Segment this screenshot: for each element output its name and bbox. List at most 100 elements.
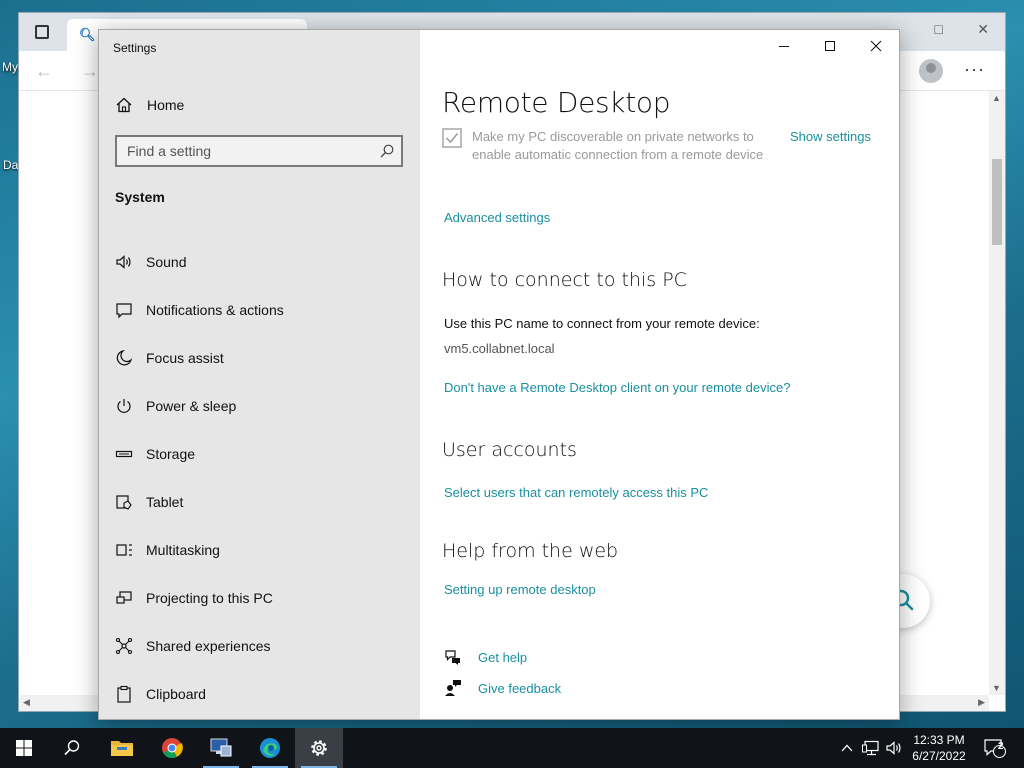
desktop-icon-label[interactable]: My <box>2 60 18 74</box>
get-help-link[interactable]: Get help <box>444 647 527 667</box>
chrome-button[interactable] <box>148 728 196 768</box>
scroll-right-icon[interactable]: ▶ <box>978 697 985 708</box>
chevron-up-icon <box>841 744 853 752</box>
advanced-settings-link[interactable]: Advanced settings <box>444 210 550 225</box>
maximize-button[interactable] <box>807 30 853 62</box>
projecting-icon <box>115 589 133 607</box>
network-tray-button[interactable] <box>860 728 882 768</box>
show-hidden-icons-button[interactable] <box>838 728 856 768</box>
give-feedback-label: Give feedback <box>478 680 562 696</box>
tablet-icon <box>115 493 133 511</box>
help-chat-icon <box>445 650 460 665</box>
sidebar-item-label: Shared experiences <box>146 638 271 654</box>
connect-instructions: Use this PC name to connect from your re… <box>444 316 760 331</box>
find-setting-box[interactable] <box>115 135 403 167</box>
power-icon <box>115 397 133 415</box>
close-icon <box>870 40 882 52</box>
tab-actions-icon[interactable] <box>35 25 49 39</box>
get-help-label: Get help <box>478 649 528 665</box>
connect-heading: How to connect to this PC <box>442 269 687 291</box>
sidebar-item-notifications[interactable]: Notifications & actions <box>115 286 405 334</box>
scrollbar-thumb[interactable] <box>992 159 1002 245</box>
search-icon[interactable] <box>379 143 395 159</box>
sidebar-item-label: Tablet <box>146 494 184 510</box>
page-title: Remote Desktop <box>442 86 671 119</box>
sidebar-item-projecting[interactable]: Projecting to this PC <box>115 574 405 622</box>
close-button[interactable] <box>853 30 899 62</box>
user-accounts-heading: User accounts <box>442 439 577 461</box>
settings-app-button[interactable] <box>295 728 343 768</box>
sidebar-item-sound[interactable]: Sound <box>115 238 405 286</box>
sidebar-section-heading: System <box>115 189 165 205</box>
sidebar-item-label: Sound <box>146 254 187 270</box>
edge-button[interactable] <box>246 728 294 768</box>
find-setting-input[interactable] <box>117 137 367 165</box>
settings-nav-list: Sound Notifications & actions Focus assi… <box>115 238 405 718</box>
maximize-icon[interactable]: □ <box>935 21 943 37</box>
help-web-heading: Help from the web <box>442 540 619 562</box>
moon-icon <box>115 349 133 367</box>
search-icon: 🔍︎ <box>79 27 96 42</box>
settings-sidebar: Settings Home System Sound <box>99 30 420 719</box>
edge-icon <box>260 738 280 758</box>
network-icon <box>862 740 879 756</box>
more-menu-button[interactable]: ··· <box>964 59 985 80</box>
discoverable-checkbox[interactable] <box>442 128 462 148</box>
maximize-icon <box>825 41 835 51</box>
give-feedback-link[interactable]: Give feedback <box>444 678 561 698</box>
home-label: Home <box>147 97 185 113</box>
taskbar-clock[interactable]: 12:33 PM 6/27/2022 <box>906 732 972 764</box>
shared-icon <box>115 637 133 655</box>
remote-desktop-app-button[interactable] <box>197 728 245 768</box>
forward-button[interactable]: → <box>81 61 99 82</box>
minimize-button[interactable] <box>761 30 807 62</box>
chrome-icon <box>162 738 183 759</box>
search-icon <box>64 740 80 756</box>
storage-icon <box>115 445 133 463</box>
scroll-left-icon[interactable]: ◀ <box>23 697 30 708</box>
start-button[interactable] <box>0 728 48 768</box>
sidebar-item-label: Clipboard <box>146 686 206 702</box>
sidebar-item-multitasking[interactable]: Multitasking <box>115 526 405 574</box>
volume-icon <box>886 741 901 755</box>
pc-name-value: vm5.collabnet.local <box>444 341 555 356</box>
window-caption-buttons <box>761 30 899 62</box>
action-center-button[interactable]: 2 <box>980 728 1010 768</box>
home-nav-item[interactable]: Home <box>115 94 184 116</box>
taskbar: 12:33 PM 6/27/2022 2 <box>0 728 1024 768</box>
vertical-scrollbar[interactable]: ▲ ▼ <box>989 91 1005 695</box>
back-button[interactable]: ← <box>35 61 53 82</box>
select-users-link[interactable]: Select users that can remotely access th… <box>444 485 708 500</box>
show-settings-link[interactable]: Show settings <box>790 128 871 146</box>
desktop-icon-label[interactable]: Da <box>3 158 18 172</box>
taskbar-search-button[interactable] <box>48 728 96 768</box>
sidebar-item-label: Focus assist <box>146 350 224 366</box>
volume-tray-button[interactable] <box>884 728 906 768</box>
sidebar-item-tablet[interactable]: Tablet <box>115 478 405 526</box>
scroll-down-icon[interactable]: ▼ <box>992 683 1001 693</box>
sidebar-item-storage[interactable]: Storage <box>115 430 405 478</box>
speaker-icon <box>115 253 133 271</box>
sidebar-item-label: Notifications & actions <box>146 302 284 318</box>
home-icon <box>116 97 132 113</box>
sidebar-item-power-sleep[interactable]: Power & sleep <box>115 382 405 430</box>
sidebar-item-label: Projecting to this PC <box>146 590 273 606</box>
remote-desktop-icon <box>210 738 232 757</box>
gear-icon <box>311 740 327 756</box>
sidebar-item-focus-assist[interactable]: Focus assist <box>115 334 405 382</box>
clipboard-icon <box>115 685 133 703</box>
file-explorer-button[interactable] <box>98 728 146 768</box>
close-icon[interactable]: ✕ <box>977 21 989 38</box>
feedback-icon <box>445 680 461 696</box>
sidebar-item-clipboard[interactable]: Clipboard <box>115 670 405 718</box>
setup-remote-desktop-link[interactable]: Setting up remote desktop <box>444 582 596 597</box>
windows-logo-icon <box>16 740 32 756</box>
scroll-up-icon[interactable]: ▲ <box>992 93 1001 103</box>
discoverable-label: Make my PC discoverable on private netwo… <box>472 129 764 162</box>
profile-avatar[interactable] <box>919 59 943 83</box>
sidebar-item-shared-experiences[interactable]: Shared experiences <box>115 622 405 670</box>
settings-content: Remote Desktop Make my PC discoverable o… <box>420 30 899 719</box>
no-client-link[interactable]: Don't have a Remote Desktop client on yo… <box>444 380 790 395</box>
sidebar-item-label: Power & sleep <box>146 398 237 414</box>
settings-window: Settings Home System Sound <box>98 29 900 720</box>
